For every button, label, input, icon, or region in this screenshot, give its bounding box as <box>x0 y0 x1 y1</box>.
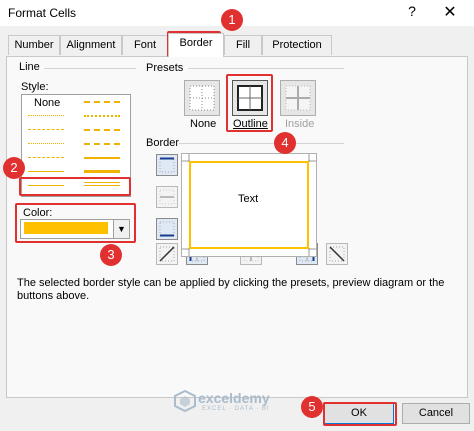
group-divider <box>179 143 344 144</box>
group-divider <box>44 68 136 69</box>
preview-diagram <box>182 154 316 256</box>
line-style-none[interactable]: None <box>34 97 60 109</box>
tab-alignment[interactable]: Alignment <box>60 35 122 55</box>
help-description: The selected border style can be applied… <box>17 277 445 302</box>
annotation-box-color <box>15 203 136 243</box>
tab-protection[interactable]: Protection <box>262 35 332 55</box>
annotation-badge: 4 <box>274 132 296 154</box>
annotation-badge: 1 <box>221 9 243 31</box>
border-top-button[interactable] <box>156 154 178 176</box>
tab-font[interactable]: Font <box>122 35 168 55</box>
watermark-tagline: EXCEL · DATA · BI <box>202 406 270 412</box>
border-bottom-icon <box>159 221 175 237</box>
line-style-option[interactable] <box>28 115 64 116</box>
preset-inside-label: Inside <box>285 118 315 130</box>
border-bottom-button[interactable] <box>156 218 178 240</box>
border-preview[interactable] <box>181 153 317 257</box>
annotation-badge: 3 <box>100 244 122 266</box>
line-style-option[interactable] <box>84 143 120 145</box>
cancel-button[interactable]: Cancel <box>402 403 470 424</box>
preset-inside-button[interactable] <box>280 80 316 116</box>
style-label: Style: <box>21 81 49 93</box>
dialog-title: Format Cells <box>8 6 77 20</box>
preview-text: Text <box>238 193 259 205</box>
border-inside-horizontal-button[interactable] <box>156 186 178 208</box>
line-style-option[interactable] <box>28 157 64 158</box>
line-style-option[interactable] <box>84 170 120 173</box>
tab-border[interactable]: Border <box>168 33 224 57</box>
annotation-badge: 5 <box>301 396 323 418</box>
tab-fill[interactable]: Fill <box>224 35 262 55</box>
help-button[interactable]: ? <box>402 3 422 23</box>
presets-group-title: Presets <box>146 62 184 74</box>
annotation-badge: 2 <box>3 157 25 179</box>
line-style-option[interactable] <box>28 171 64 172</box>
preset-none-button[interactable] <box>184 80 220 116</box>
annotation-box-line-style <box>19 177 131 196</box>
preset-inside-icon <box>285 85 311 111</box>
close-button[interactable]: ✕ <box>438 2 462 24</box>
border-diagonal-up-button[interactable] <box>156 243 178 265</box>
exceldemy-logo-icon <box>174 390 196 412</box>
preset-none-label: None <box>190 118 217 130</box>
border-inside-horizontal-icon <box>159 189 175 205</box>
border-group-title: Border <box>146 137 180 149</box>
annotation-box-outline <box>226 74 273 132</box>
line-group-title: Line <box>19 61 40 73</box>
group-divider <box>188 68 344 69</box>
line-style-option[interactable] <box>28 129 64 130</box>
line-style-option[interactable] <box>84 157 120 159</box>
line-style-option[interactable] <box>84 129 120 131</box>
watermark-name: exceldemy <box>198 390 270 406</box>
annotation-box-ok <box>323 402 397 426</box>
diagonal-up-icon <box>159 246 175 262</box>
line-style-option[interactable] <box>84 115 120 117</box>
tab-number[interactable]: Number <box>8 35 60 55</box>
line-style-option[interactable] <box>84 101 120 103</box>
preset-none-icon <box>189 85 215 111</box>
border-diagonal-down-button[interactable] <box>326 243 348 265</box>
line-style-option[interactable] <box>28 143 64 144</box>
diagonal-down-icon <box>329 246 345 262</box>
border-top-icon <box>159 157 175 173</box>
